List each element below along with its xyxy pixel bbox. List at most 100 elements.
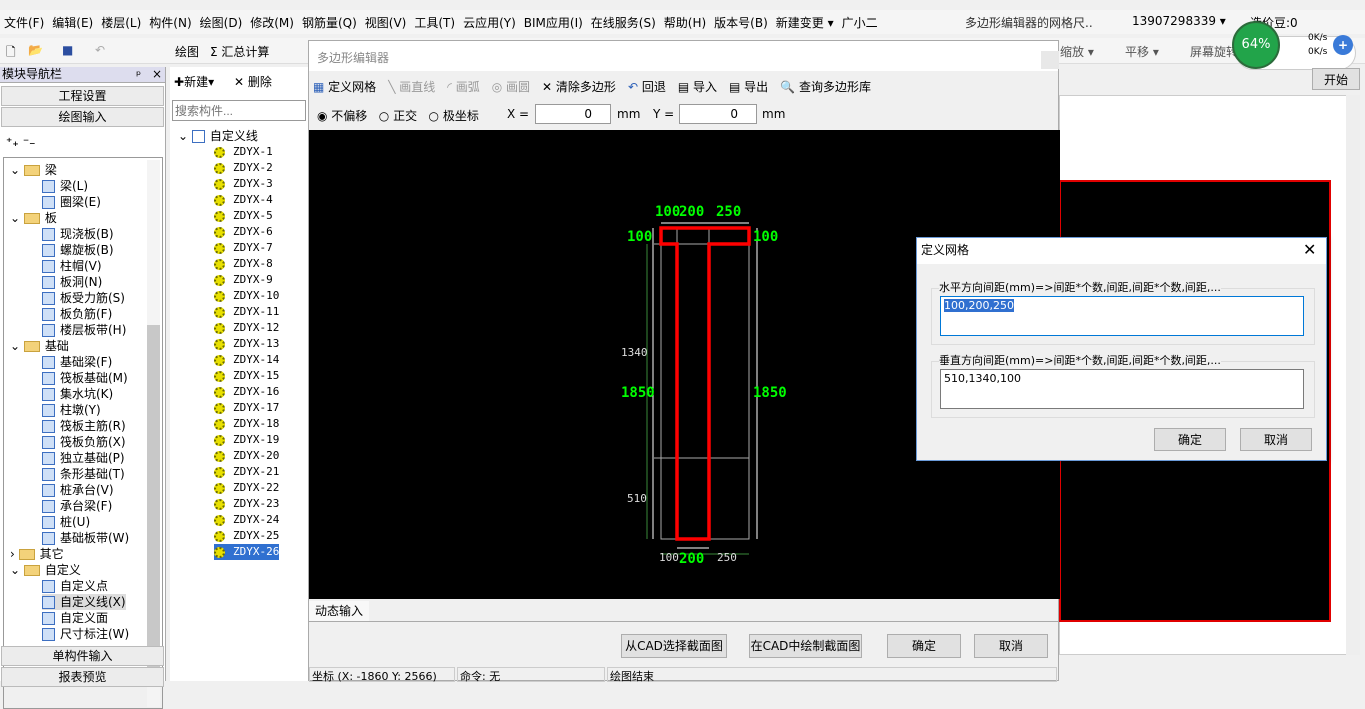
tree-item[interactable]: 集水坑(K) xyxy=(42,386,113,402)
menu-item[interactable]: 云应用(Y) xyxy=(463,14,516,31)
account-menu[interactable]: 13907298339 ▾ xyxy=(1132,14,1226,28)
delete-component-button[interactable]: ✕ 删除 xyxy=(234,73,272,90)
tree-item[interactable]: 筏板主筋(R) xyxy=(42,418,126,434)
menu-item[interactable]: 工具(T) xyxy=(414,14,455,31)
component-list-item[interactable]: ZDYX-15 xyxy=(214,368,279,384)
add-icon[interactable]: + xyxy=(1333,35,1353,55)
tree-item[interactable]: 圈梁(E) xyxy=(42,194,101,210)
y-input[interactable]: 0 xyxy=(679,104,757,124)
define-grid-button[interactable]: ▦ 定义网格 xyxy=(313,78,376,95)
t-section-outline[interactable] xyxy=(659,226,751,541)
tree-item[interactable]: 板负筋(F) xyxy=(42,306,112,322)
component-list-item[interactable]: ZDYX-23 xyxy=(214,496,279,512)
menu-item[interactable]: 编辑(E) xyxy=(52,14,93,31)
radio-polar[interactable]: ○ 极坐标 xyxy=(429,109,479,123)
draw-circle-button[interactable]: ◎ 画圆 xyxy=(492,78,530,95)
nav-tree-scrollbar[interactable] xyxy=(147,160,160,707)
menu-item[interactable]: 绘图(D) xyxy=(200,14,243,31)
new-component-button[interactable]: ✚新建▾ xyxy=(174,73,214,90)
menu-item[interactable]: 视图(V) xyxy=(365,14,407,31)
grid-ok-button[interactable]: 确定 xyxy=(1154,428,1226,451)
menu-item[interactable]: 钢筋量(Q) xyxy=(302,14,357,31)
start-button[interactable]: 开始 xyxy=(1312,68,1360,90)
tree-item[interactable]: 桩承台(V) xyxy=(42,482,114,498)
report-preview-button[interactable]: 报表预览 xyxy=(1,667,164,687)
tree-item[interactable]: 现浇板(B) xyxy=(42,226,114,242)
export-button[interactable]: ▤ 导出 xyxy=(729,78,768,95)
component-list-item[interactable]: ZDYX-18 xyxy=(214,416,279,432)
component-list-item[interactable]: ZDYX-1 xyxy=(214,144,273,160)
component-list-item[interactable]: ZDYX-6 xyxy=(214,224,273,240)
single-input-button[interactable]: 单构件输入 xyxy=(1,646,164,666)
component-list-item[interactable]: ZDYX-22 xyxy=(214,480,279,496)
x-input[interactable]: 0 xyxy=(535,104,611,124)
tree-item[interactable]: 梁(L) xyxy=(42,178,88,194)
component-search-input[interactable] xyxy=(172,100,306,121)
component-list-item[interactable]: ZDYX-17 xyxy=(214,400,279,416)
pin-icon[interactable]: ᵖ xyxy=(136,68,141,82)
new-file-icon[interactable]: 🗋 xyxy=(6,43,16,64)
menu-item[interactable]: 楼层(L) xyxy=(101,14,141,31)
radio-no-offset[interactable]: ◉ 不偏移 xyxy=(317,109,367,123)
tree-root[interactable]: ⌄ 自定义线 xyxy=(178,128,258,144)
draw-input-button[interactable]: 绘图输入 xyxy=(1,107,164,127)
clear-polygon-button[interactable]: ✕ 清除多边形 xyxy=(542,78,616,95)
undo-icon[interactable]: ↶ xyxy=(95,43,105,57)
close-icon[interactable]: × xyxy=(152,67,162,81)
component-list-item[interactable]: ZDYX-3 xyxy=(214,176,273,192)
tree-item[interactable]: 柱墩(Y) xyxy=(42,402,101,418)
tree-folder[interactable]: ⌄ 板 xyxy=(10,210,57,226)
menu-item[interactable]: 构件(N) xyxy=(149,14,191,31)
component-list-item[interactable]: ZDYX-24 xyxy=(214,512,279,528)
pan-button[interactable]: 平移 ▾ xyxy=(1125,43,1159,60)
save-icon[interactable]: ■ xyxy=(62,43,73,57)
tree-folder[interactable]: › 其它 xyxy=(10,546,64,562)
menu-item[interactable]: 新建变更 ▾ xyxy=(776,14,834,31)
component-list-item[interactable]: ZDYX-14 xyxy=(214,352,279,368)
expand-all-icon[interactable]: ⁺₊ ⁻₋ xyxy=(6,135,36,149)
notice-link[interactable]: 多边形编辑器的网格尺.. xyxy=(965,14,1093,31)
import-button[interactable]: ▤ 导入 xyxy=(678,78,717,95)
tree-item[interactable]: 自定义线(X) xyxy=(42,594,126,610)
menu-item[interactable]: 广小二 xyxy=(842,14,878,31)
tree-item[interactable]: 自定义面 xyxy=(42,610,108,626)
tree-folder[interactable]: ⌄ 梁 xyxy=(10,162,57,178)
rotate-button[interactable]: 屏幕旋转 xyxy=(1190,43,1238,60)
memory-gauge[interactable]: 64% xyxy=(1232,21,1280,69)
tree-item[interactable]: 尺寸标注(W) xyxy=(42,626,129,642)
component-list-item[interactable]: ZDYX-8 xyxy=(214,256,273,272)
grid-cancel-button[interactable]: 取消 xyxy=(1240,428,1312,451)
menu-item[interactable]: 在线服务(S) xyxy=(591,14,656,31)
select-from-cad-button[interactable]: 从CAD选择截面图 xyxy=(621,634,727,658)
tree-item[interactable]: 筏板负筋(X) xyxy=(42,434,126,450)
vertical-spacing-input[interactable]: 510,1340,100 xyxy=(940,369,1304,409)
tree-item[interactable]: 板洞(N) xyxy=(42,274,102,290)
tree-item[interactable]: 板受力筋(S) xyxy=(42,290,125,306)
grid-dialog-close-button[interactable]: ✕ xyxy=(1303,240,1316,259)
editor-ok-button[interactable]: 确定 xyxy=(887,634,961,658)
query-library-button[interactable]: 🔍 查询多边形库 xyxy=(780,78,871,95)
component-list-item[interactable]: ZDYX-25 xyxy=(214,528,279,544)
sum-calc-button[interactable]: Σ 汇总计算 xyxy=(210,43,269,60)
tree-item[interactable]: 楼层板带(H) xyxy=(42,322,126,338)
component-list-item[interactable]: ZDYX-19 xyxy=(214,432,279,448)
radio-ortho[interactable]: ○ 正交 xyxy=(379,109,417,123)
tree-item[interactable]: 自定义点 xyxy=(42,578,108,594)
scrollbar-thumb[interactable] xyxy=(147,325,160,685)
tree-item[interactable]: 桩(U) xyxy=(42,514,90,530)
draw-arc-button[interactable]: ◜ 画弧 xyxy=(447,78,479,95)
tree-item[interactable]: 承台梁(F) xyxy=(42,498,112,514)
tree-item[interactable]: 基础梁(F) xyxy=(42,354,112,370)
component-list-item[interactable]: ZDYX-13 xyxy=(214,336,279,352)
editor-cancel-button[interactable]: 取消 xyxy=(974,634,1048,658)
open-folder-icon[interactable]: 📂 xyxy=(28,43,43,57)
component-list-item[interactable]: ZDYX-26 xyxy=(214,544,280,560)
undo-button[interactable]: ↶ 回退 xyxy=(628,78,666,95)
menu-item[interactable]: BIM应用(I) xyxy=(524,14,583,31)
menu-item[interactable]: 文件(F) xyxy=(4,14,44,31)
tree-folder[interactable]: ⌄ 自定义 xyxy=(10,562,81,578)
component-list-item[interactable]: ZDYX-10 xyxy=(214,288,279,304)
menu-item[interactable]: 帮助(H) xyxy=(664,14,706,31)
component-list-item[interactable]: ZDYX-21 xyxy=(214,464,279,480)
component-list-item[interactable]: ZDYX-20 xyxy=(214,448,279,464)
